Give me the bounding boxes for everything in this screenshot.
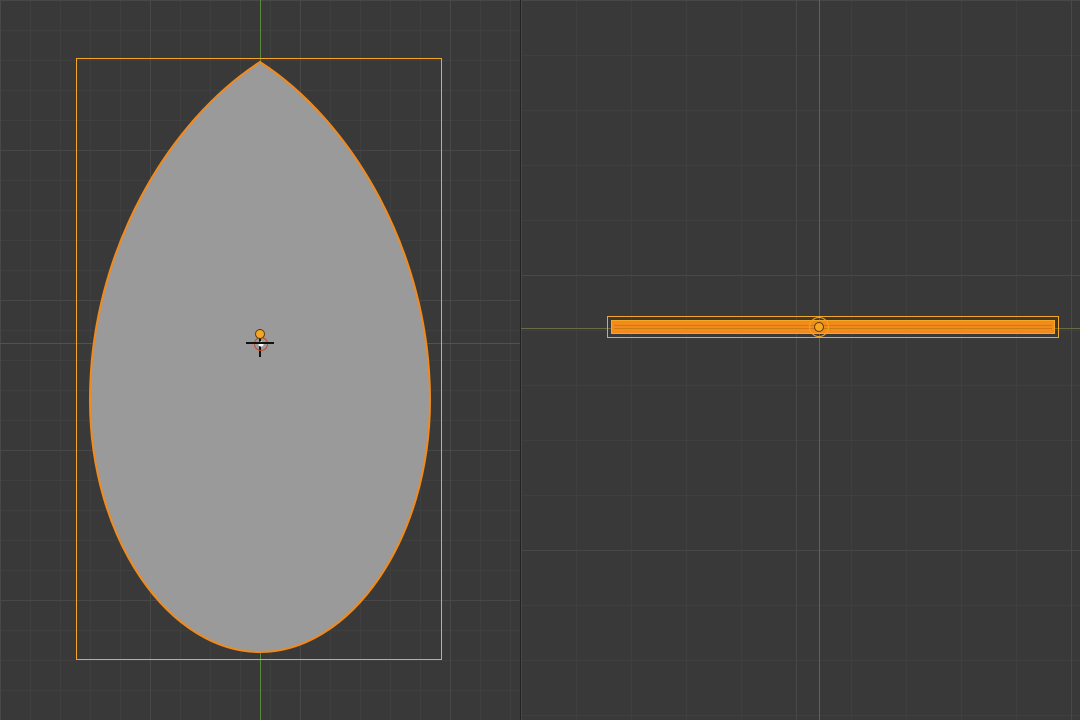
viewport-front-ortho[interactable] [520, 0, 1080, 720]
object-slab[interactable] [611, 320, 1055, 334]
grid [521, 0, 1080, 720]
workspace [0, 0, 1080, 720]
axis-vertical [819, 0, 820, 720]
slab-edge-line [614, 325, 1052, 326]
object-leaf-shape[interactable] [0, 0, 520, 720]
slab-edge-line [614, 328, 1052, 329]
viewport-top-ortho[interactable] [0, 0, 520, 720]
